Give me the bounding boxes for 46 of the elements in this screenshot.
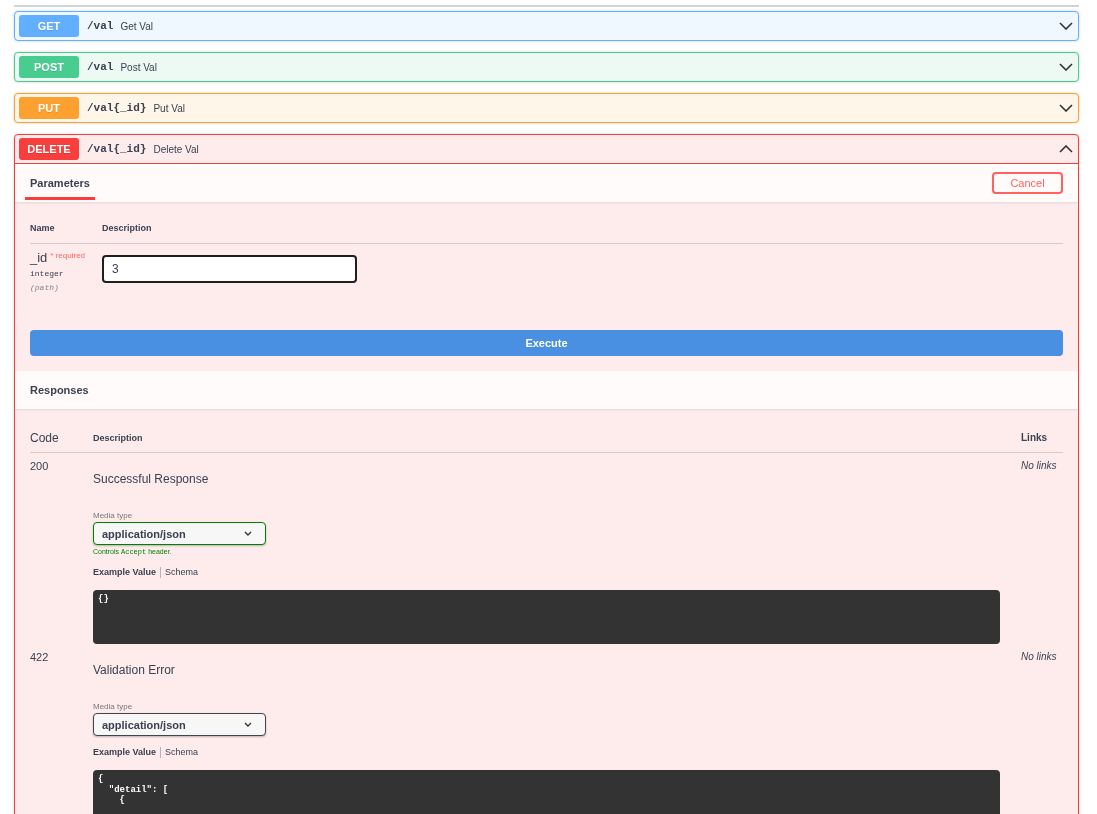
- required-label: * required: [50, 251, 86, 260]
- chevron-up-icon[interactable]: [1059, 145, 1073, 153]
- example-tab[interactable]: Example Value: [93, 747, 157, 758]
- section-title: Responses: [30, 384, 89, 396]
- media-type-select[interactable]: application/json: [93, 522, 266, 545]
- chevron-down-icon[interactable]: [1059, 63, 1073, 71]
- chevron-down-icon: [244, 531, 252, 536]
- method-badge: PUT: [19, 97, 79, 119]
- method-badge: DELETE: [19, 138, 79, 160]
- example-tab[interactable]: Schema: [160, 747, 199, 758]
- media-type-label: Media type: [93, 702, 134, 711]
- response-description: Successful Response: [93, 472, 210, 486]
- response-links: No links: [1021, 459, 1058, 473]
- endpoint-summary: Delete Val: [153, 143, 199, 155]
- parameter-input[interactable]: 3: [102, 255, 357, 283]
- chevron-down-icon[interactable]: [1059, 22, 1073, 30]
- response-description: Validation Error: [93, 663, 176, 677]
- column-header: Code: [30, 431, 60, 445]
- response-code: 422: [30, 650, 50, 665]
- chevron-down-icon: [244, 722, 252, 727]
- endpoint-summary: Post Val: [120, 61, 157, 73]
- example-tab[interactable]: Schema: [160, 567, 199, 578]
- endpoint-summary: Get Val: [120, 20, 153, 32]
- media-type-select[interactable]: application/json: [93, 713, 266, 736]
- section-tab[interactable]: Parameters: [25, 176, 95, 200]
- method-badge: GET: [19, 15, 79, 37]
- parameter-name: _id: [30, 251, 48, 265]
- method-badge: POST: [19, 56, 79, 78]
- parameter-type: integer: [30, 269, 65, 279]
- endpoint-summary: Put Val: [153, 102, 185, 114]
- parameter-location: (path): [30, 283, 60, 293]
- response-links: No links: [1021, 650, 1058, 664]
- column-header: Description: [93, 432, 144, 445]
- media-type-label: Media type: [93, 511, 134, 520]
- chevron-down-icon[interactable]: [1059, 104, 1073, 112]
- endpoint-path: /val: [87, 61, 114, 73]
- code-block: { "detail": [ {: [93, 770, 1000, 814]
- response-code: 200: [30, 459, 50, 474]
- example-tab[interactable]: Example Value: [93, 567, 157, 578]
- column-header: Name: [30, 223, 56, 234]
- code-block: {}: [93, 590, 1000, 644]
- endpoint-path: /val: [87, 20, 114, 32]
- endpoint-path: /val{_id}: [87, 102, 147, 114]
- endpoint-path: /val{_id}: [87, 143, 147, 155]
- column-header: Links: [1021, 431, 1049, 445]
- column-header: Description: [102, 223, 153, 234]
